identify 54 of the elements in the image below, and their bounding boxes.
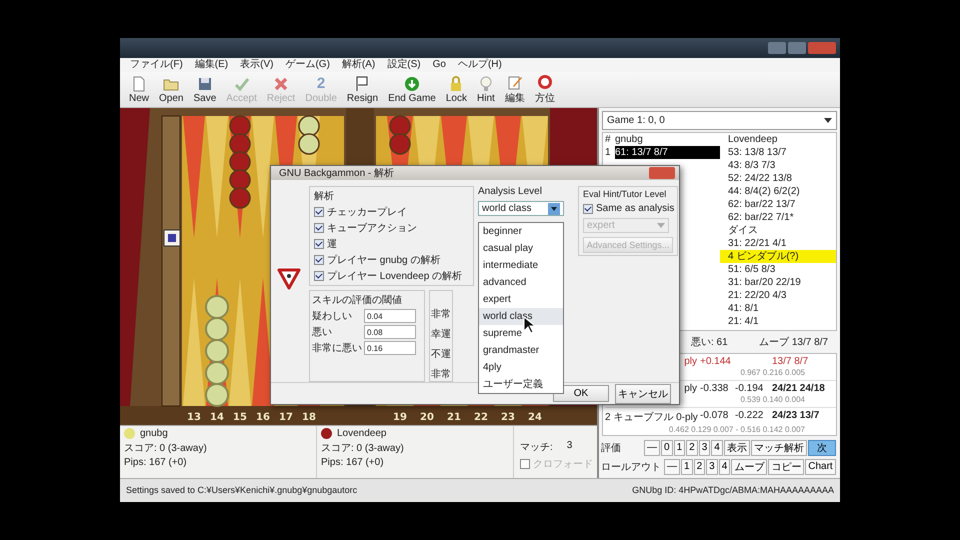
analysis-method: 2 キューブフル 0-ply (605, 412, 698, 423)
group-title: Eval Hint/Tutor Level (583, 189, 668, 199)
player-score: スコア: 0 (3-away) (124, 442, 208, 455)
player-name: gnubg (140, 428, 168, 439)
point-number: 23 (501, 412, 515, 423)
move-played: ムーブ 13/7 8/7 (759, 336, 828, 349)
analysis-probabilities: 0.462 0.129 0.007 - 0.516 0.142 0.007 (668, 424, 805, 434)
group-title: Analysis Level (478, 186, 543, 197)
analysis-method: ply (684, 382, 697, 394)
analysis-difference: -0.222 (735, 410, 764, 421)
field-label: 不運 (431, 348, 451, 361)
move-rating: 悪い: 61 (691, 336, 728, 349)
analysis-move: 13/7 8/7 (772, 356, 808, 367)
dialog-title: GNU Backgammon - 解析 (279, 166, 394, 180)
field-label: 疑わしい (312, 310, 353, 323)
point-number: 15 (233, 412, 247, 423)
field-label: 幸運 (431, 328, 451, 341)
analysis-move: 24/23 13/7 (772, 410, 820, 423)
point-number: 21 (447, 412, 461, 423)
match-length: 3 (566, 440, 572, 453)
field-label: 非常 (431, 308, 451, 321)
point-number: 14 (210, 412, 224, 423)
analysis-method: ply (684, 356, 697, 367)
point-number: 13 (187, 412, 201, 423)
group-title: スキルの評価の閾値 (312, 294, 403, 307)
analysis-equity: -0.078 (700, 410, 730, 423)
move-number: 1 (605, 147, 611, 158)
tool-label: 評価 (601, 442, 622, 454)
analysis-difference: -0.194 (735, 382, 764, 394)
analysis-move: 24/21 24/18 (772, 382, 825, 394)
player-pips: Pips: 167 (+0) (124, 457, 188, 468)
position-id: GNUbg ID: 4HPwATDgc/ABMA:MAHAAAAAAAAA (632, 485, 834, 495)
field-label: 悪い (312, 326, 333, 339)
field-label: 非常 (431, 368, 451, 381)
match-label: マッチ: (520, 441, 553, 454)
group-title: 解析 (314, 190, 335, 203)
point-number: 22 (474, 412, 488, 423)
analysis-probabilities: 0.539 0.140 0.004 (740, 394, 805, 404)
point-number: 18 (302, 412, 316, 423)
double-icon: 2 (316, 76, 326, 92)
analysis-equity: +0.144 (700, 356, 732, 367)
point-number: 20 (420, 412, 434, 423)
point-number: 17 (279, 412, 293, 423)
point-number: 19 (393, 412, 407, 423)
point-number: 24 (528, 412, 542, 423)
player-score: スコア: 0 (3-away) (321, 442, 405, 455)
tool-label: ロールアウト (601, 460, 661, 474)
point-number: 16 (256, 412, 270, 423)
player-pips: Pips: 167 (+0) (321, 457, 385, 468)
player-name: Lovendeep (337, 428, 386, 439)
status-message: Settings saved to C:¥Users¥Kenichi¥.gnubg¥gnubgautorc (126, 485, 358, 495)
analysis-probabilities: 0.967 0.216 0.005 (740, 368, 805, 377)
analysis-equity: -0.338 (700, 382, 730, 394)
field-label: 非常に悪い (312, 342, 362, 355)
